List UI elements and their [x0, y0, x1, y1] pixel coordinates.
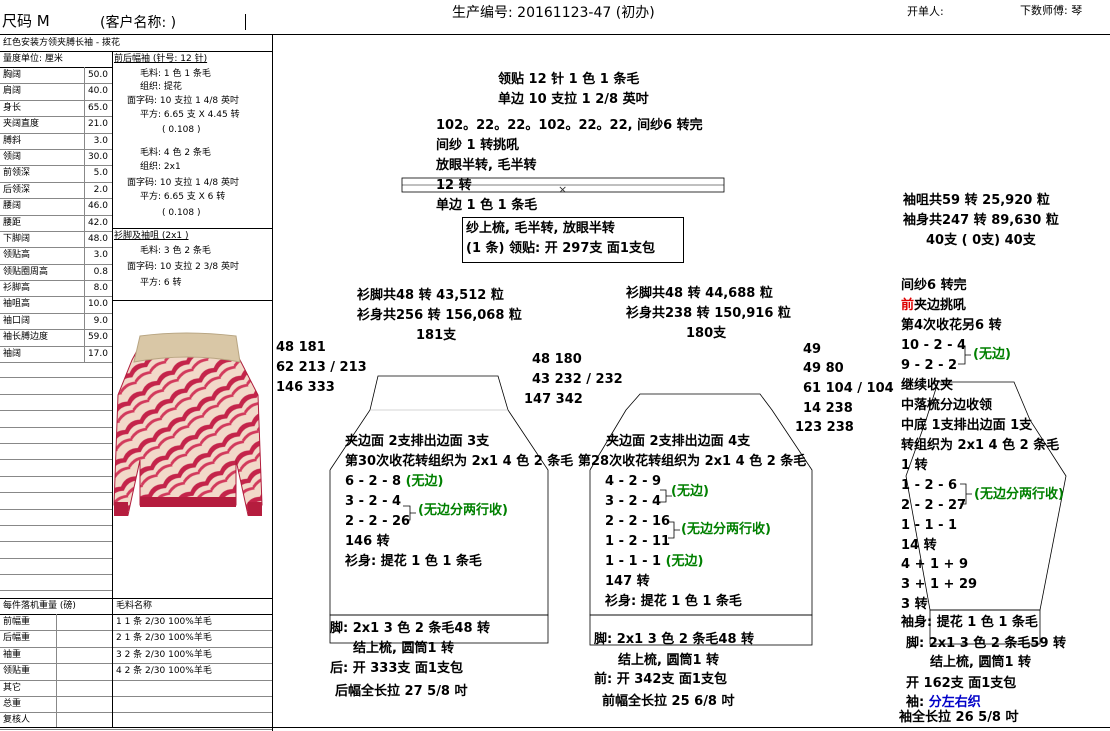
- front-summary-3: 180支: [686, 326, 727, 341]
- front-foot-4: 前幅全长拉 25 6/8 吋: [602, 694, 735, 709]
- sleeve-instr-14: 14 转: [901, 538, 937, 553]
- back-instr-1: 夹边面 2支排出边面 3支: [345, 434, 490, 449]
- sleeve-instr-2: 前夹边挑吼: [901, 298, 967, 313]
- sleeve-instr-18: 袖身: 提花 1 色 1 条毛: [901, 615, 1038, 630]
- front-instr-56-note: (无边分两行收): [681, 522, 771, 537]
- sleeve-instr-1: 间纱6 转完: [901, 278, 967, 293]
- back-summary-2: 衫身共256 转 156,068 粒: [357, 308, 522, 323]
- front-summary-2: 衫身共238 转 150,916 粒: [626, 306, 791, 321]
- back-instr-45-note: (无边分两行收): [418, 503, 508, 518]
- sleeve-instr-12: 2 - 2 - 27: [901, 498, 967, 513]
- sleeve-instr-1112-note: (无边分两行收): [974, 487, 1064, 502]
- sleeve-foot-1: 脚: 2x1 3 色 2 条毛59 转: [906, 636, 1067, 651]
- sleeve-instr-3: 第4次收花另6 转: [901, 318, 1002, 333]
- sleeve-instr-8: 中底 1支排出边面 1支: [901, 418, 1033, 433]
- front-instr-5: 2 - 2 - 16: [605, 514, 671, 529]
- front-instr-1: 夹边面 2支排出边面 4支: [606, 434, 751, 449]
- neck-num-3: 61 104 / 104: [803, 381, 894, 396]
- collar-line-4: 间纱 1 转挑吼: [436, 138, 520, 153]
- sleeve-instr-9: 转组织为 2x1 4 色 2 条毛: [901, 438, 1060, 453]
- front-num-3: 147 342: [524, 392, 583, 407]
- front-instr-34-note: (无边): [671, 484, 709, 499]
- back-instr-3: 6 - 2 - 8 (无边): [345, 474, 444, 489]
- sleeve-instr-5: 9 - 2 - 2: [901, 358, 958, 373]
- collar-line-6: 12 转: [436, 178, 472, 193]
- back-instr-2: 第30次收花转组织为 2x1 4 色 2 条毛: [345, 454, 574, 469]
- sleeve-summary-2: 袖身共247 转 89,630 粒: [903, 213, 1059, 228]
- sleeve-instr-17: 3 转: [901, 597, 928, 612]
- front-num-2: 43 232 / 232: [532, 372, 623, 387]
- front-instr-4: 3 - 2 - 4: [605, 494, 662, 509]
- back-instr-7: 衫身: 提花 1 色 1 条毛: [345, 554, 482, 569]
- back-foot-2: 结上梳, 圆筒1 转: [353, 641, 455, 656]
- front-foot-2: 结上梳, 圆筒1 转: [618, 653, 720, 668]
- back-instr-6: 146 转: [345, 534, 390, 549]
- sleeve-foot-3: 开 162支 面1支包: [906, 676, 1017, 691]
- collar-box-line-1: 纱上梳, 毛半转, 放眼半转: [466, 221, 615, 236]
- neck-num-1: 49: [803, 342, 822, 357]
- back-summary-3: 181支: [416, 328, 457, 343]
- collar-line-5: 放眼半转, 毛半转: [436, 158, 537, 173]
- collar-line-2: 单边 10 支拉 1 2/8 英吋: [498, 92, 649, 107]
- back-foot-4: 后幅全长拉 27 5/8 吋: [335, 684, 468, 699]
- sleeve-instr-4: 10 - 2 - 4: [901, 338, 967, 353]
- back-foot-3: 后: 开 333支 面1支包: [330, 661, 463, 676]
- sleeve-summary-1: 袖咀共59 转 25,920 粒: [903, 193, 1050, 208]
- back-num-2: 62 213 / 213: [276, 360, 367, 375]
- sleeve-instr-16: 3 + 1 + 29: [901, 577, 978, 592]
- neck-num-2: 49 80: [803, 361, 844, 376]
- front-num-1: 48 180: [532, 352, 582, 367]
- front-foot-1: 脚: 2x1 3 色 2 条毛48 转: [594, 632, 755, 647]
- sleeve-instr-15: 4 + 1 + 9: [901, 557, 969, 572]
- front-foot-3: 前: 开 342支 面1支包: [594, 672, 727, 687]
- front-summary-1: 衫脚共48 转 44,688 粒: [626, 286, 773, 301]
- back-foot-1: 脚: 2x1 3 色 2 条毛48 转: [330, 621, 491, 636]
- front-instr-2: 第28次收花转组织为 2x1 4 色 2 条毛: [578, 454, 807, 469]
- back-num-1: 48 181: [276, 340, 326, 355]
- front-instr-6: 1 - 2 - 11: [605, 534, 671, 549]
- sleeve-instr-11: 1 - 2 - 6: [901, 478, 958, 493]
- collar-box-line-2: (1 条) 领贴: 开 297支 面1支包: [466, 241, 655, 256]
- sleeve-instr-45-note: (无边): [973, 347, 1011, 362]
- front-instr-7: 1 - 1 - 1 (无边): [605, 554, 704, 569]
- sleeve-foot-2: 结上梳, 圆筒1 转: [930, 655, 1032, 670]
- sleeve-summary-3: 40支 ( 0支) 40支: [926, 233, 1036, 248]
- front-instr-9: 衫身: 提花 1 色 1 条毛: [605, 594, 742, 609]
- sleeve-instr-13: 1 - 1 - 1: [901, 518, 958, 533]
- front-instr-3: 4 - 2 - 9: [605, 474, 662, 489]
- back-instr-4: 3 - 2 - 4: [345, 494, 402, 509]
- collar-line-7: 单边 1 色 1 条毛: [436, 198, 538, 213]
- sleeve-instr-6: 继续收夹: [901, 378, 954, 393]
- sleeve-foot-5: 袖全长拉 26 5/8 吋: [899, 710, 1019, 725]
- collar-line-1: 领贴 12 针 1 色 1 条毛: [498, 72, 640, 87]
- front-instr-8: 147 转: [605, 574, 650, 589]
- collar-line-3: 102。22。22。102。22。22, 间纱6 转完: [436, 118, 703, 133]
- neck-num-4: 14 238: [803, 401, 853, 416]
- back-num-3: 146 333: [276, 380, 335, 395]
- sleeve-instr-10: 1 转: [901, 458, 928, 473]
- sleeve-instr-7: 中落梳分边收领: [901, 398, 993, 413]
- back-instr-5: 2 - 2 - 26: [345, 514, 411, 529]
- neck-num-5: 123 238: [795, 420, 854, 435]
- back-summary-1: 衫脚共48 转 43,512 粒: [357, 288, 504, 303]
- svg-text:×: ×: [558, 183, 567, 196]
